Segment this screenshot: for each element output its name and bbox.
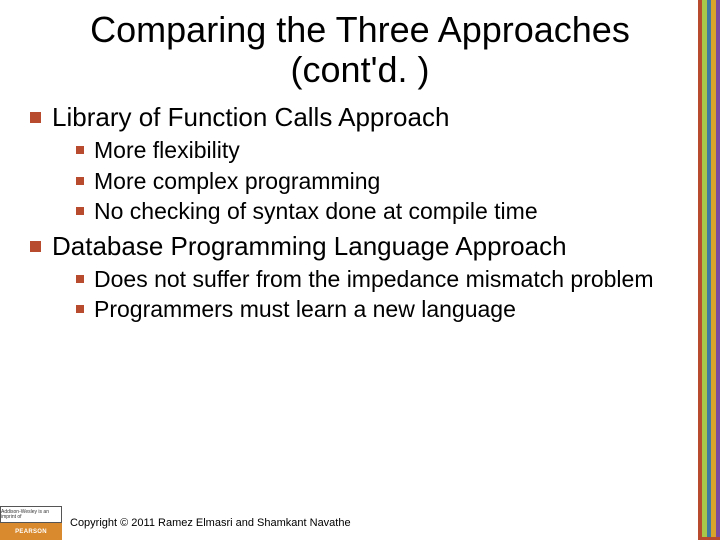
logo-brand: PEARSON bbox=[0, 523, 62, 540]
bullet-level2: More complex programming bbox=[76, 168, 696, 196]
footer: Addison-Wesley is an imprint of PEARSON … bbox=[0, 506, 720, 540]
side-accent bbox=[698, 0, 720, 540]
bullet-level1: Database Programming Language Approach bbox=[30, 232, 696, 262]
copyright-text: Copyright © 2011 Ramez Elmasri and Shamk… bbox=[62, 517, 351, 529]
bullet-level2: More flexibility bbox=[76, 137, 696, 165]
slide-title: Comparing the Three Approaches (cont'd. … bbox=[0, 0, 720, 97]
publisher-logo: Addison-Wesley is an imprint of PEARSON bbox=[0, 506, 62, 540]
bullet-level1: Library of Function Calls Approach bbox=[30, 103, 696, 133]
bullet-level2: Programmers must learn a new language bbox=[76, 296, 696, 324]
bullet-level2: Does not suffer from the impedance misma… bbox=[76, 266, 696, 294]
logo-imprint: Addison-Wesley is an imprint of bbox=[0, 506, 62, 523]
bullet-level2: No checking of syntax done at compile ti… bbox=[76, 198, 696, 226]
slide-body: Library of Function Calls Approach More … bbox=[0, 103, 720, 324]
slide: Comparing the Three Approaches (cont'd. … bbox=[0, 0, 720, 540]
